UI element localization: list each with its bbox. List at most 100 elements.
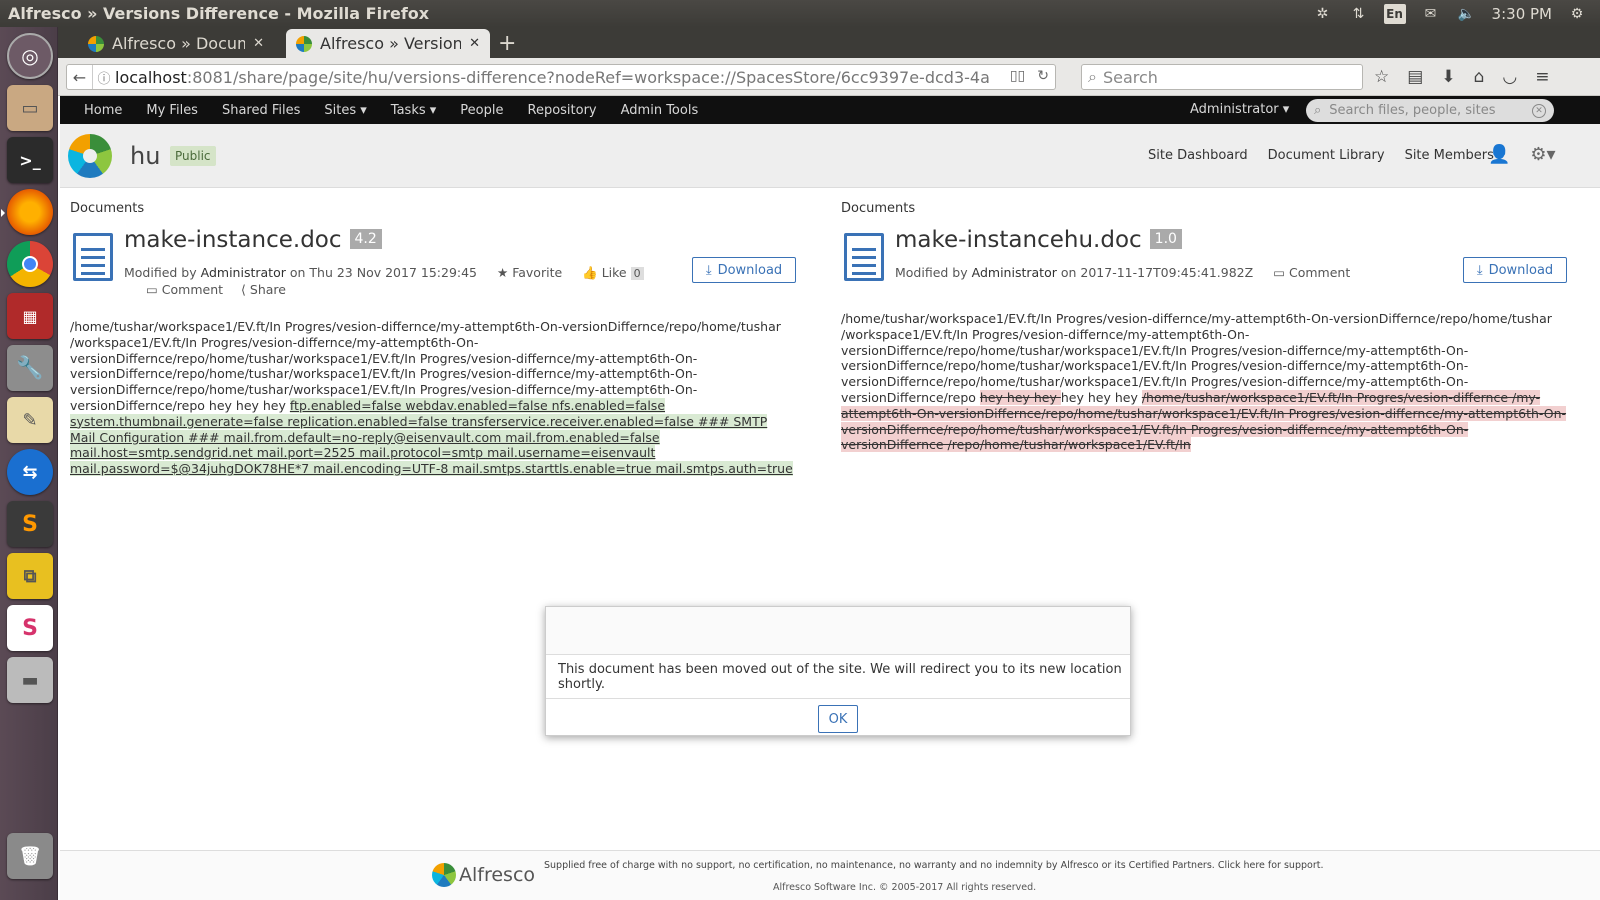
chrome-icon[interactable]: [7, 241, 53, 287]
trash-icon[interactable]: 🗑: [7, 833, 53, 879]
comment-action[interactable]: ▭ Comment: [1273, 265, 1350, 280]
settings-cog-icon[interactable]: ✲: [1312, 4, 1334, 24]
dialog-message: This document has been moved out of the …: [546, 655, 1130, 699]
slack-icon[interactable]: S: [7, 605, 53, 651]
pocket-icon[interactable]: ◡: [1502, 67, 1517, 87]
menu-my-files[interactable]: My Files: [134, 103, 210, 118]
tab-versions-difference[interactable]: Alfresco » Versions ✕: [286, 29, 490, 58]
right-document-panel: Documents make-instancehu.doc 1.0 Modifie…: [841, 201, 1571, 453]
dialog-title-bar: [546, 607, 1130, 655]
app-menu: Home My Files Shared Files Sites ▾ Tasks…: [60, 96, 710, 124]
menu-repository[interactable]: Repository: [516, 103, 609, 118]
invite-user-icon[interactable]: 👤: [1488, 144, 1510, 165]
window-title: Alfresco » Versions Difference - Mozilla…: [8, 4, 430, 23]
site-title[interactable]: hu: [130, 142, 160, 170]
ubuntu-dash-icon[interactable]: ◎: [7, 33, 53, 79]
app-search-input[interactable]: ⌕ Search files, people, sites ✕: [1306, 99, 1554, 122]
reload-icon[interactable]: ↻: [1037, 68, 1049, 84]
footer-disclaimer[interactable]: Supplied free of charge with no support,…: [544, 860, 1323, 871]
browser-nav-bar: ← ⓘ localhost :8081/share/page/site/hu/v…: [58, 58, 1600, 96]
system-settings-icon[interactable]: 🔧: [7, 345, 53, 391]
site-navigation: Site Dashboard Document Library Site Mem…: [1148, 148, 1494, 163]
menu-shared-files[interactable]: Shared Files: [210, 103, 312, 118]
share-action[interactable]: ⟨ Share: [241, 282, 286, 297]
reader-view-icon[interactable]: ▯▯: [1010, 68, 1025, 84]
site-info-icon[interactable]: ⓘ: [93, 68, 115, 87]
new-tab-button[interactable]: +: [498, 31, 516, 56]
download-icon: ⤓: [705, 262, 712, 278]
left-document-panel: Documents make-instance.doc 4.2 Modified …: [70, 201, 800, 477]
modifier-link[interactable]: Administrator: [201, 265, 286, 280]
download-arrow-icon[interactable]: ⬇: [1441, 67, 1455, 87]
teamviewer-icon[interactable]: ⇆: [7, 449, 53, 495]
system-tray: ✲ ⇅ En ✉ 🔈 3:30 PM ⚙: [1312, 3, 1600, 24]
nav-document-library[interactable]: Document Library: [1268, 148, 1385, 163]
network-icon[interactable]: ⇅: [1348, 4, 1370, 24]
bookmarks-list-icon[interactable]: ▤: [1407, 67, 1423, 87]
menu-home[interactable]: Home: [72, 103, 134, 118]
menu-people[interactable]: People: [448, 103, 515, 118]
hamburger-menu-icon[interactable]: ≡: [1535, 67, 1549, 87]
dialog-footer: OK: [546, 699, 1130, 733]
disk-icon[interactable]: ▬: [7, 657, 53, 703]
share-icon: ⟨: [241, 282, 246, 297]
mysql-workbench-icon[interactable]: ▦: [7, 293, 53, 339]
document-icon: [844, 233, 884, 281]
download-button[interactable]: ⤓ Download: [692, 257, 796, 283]
nav-site-dashboard[interactable]: Site Dashboard: [1148, 148, 1248, 163]
url-path: :8081/share/page/site/hu/versions-differ…: [186, 67, 990, 87]
tab-close-icon[interactable]: ✕: [253, 36, 264, 51]
tab-documents[interactable]: Alfresco » Documen ✕: [78, 29, 274, 58]
sublime-text-icon[interactable]: S: [7, 501, 53, 547]
comment-icon: ▭: [1273, 265, 1285, 280]
document-icon: [73, 233, 113, 281]
menu-admin-tools[interactable]: Admin Tools: [609, 103, 711, 118]
alfresco-favicon-icon: [296, 35, 312, 52]
footer-logo[interactable]: Alfresco: [432, 863, 535, 887]
volume-icon[interactable]: 🔈: [1456, 4, 1478, 24]
mail-icon[interactable]: ✉: [1420, 4, 1442, 24]
document-meta: Modified by Administrator on Thu 23 Nov …: [124, 265, 644, 281]
favorite-action[interactable]: ★ Favorite: [497, 265, 562, 280]
back-arrow-icon[interactable]: ←: [67, 65, 93, 89]
terminal-icon[interactable]: >_: [7, 137, 53, 183]
files-icon[interactable]: ▭: [7, 85, 53, 131]
keyboard-layout-indicator[interactable]: En: [1383, 3, 1406, 24]
site-header: hu Public Site Dashboard Document Librar…: [60, 124, 1600, 188]
url-host: localhost: [115, 67, 187, 87]
clear-search-icon[interactable]: ✕: [1532, 103, 1546, 118]
firefox-icon[interactable]: [1, 189, 53, 235]
alfresco-logo-icon[interactable]: [68, 134, 112, 178]
vmware-icon[interactable]: ⧉: [7, 553, 53, 599]
menu-sites[interactable]: Sites ▾: [312, 103, 378, 118]
redirect-dialog: This document has been moved out of the …: [545, 606, 1131, 736]
unity-launcher: ◎ ▭ >_ ▦ 🔧 ✎ ⇆ S ⧉ S ▬ 🗑: [0, 27, 58, 900]
power-gear-icon[interactable]: ⚙: [1566, 4, 1588, 24]
download-icon: ⤓: [1476, 262, 1483, 278]
diff-content: /home/tushar/workspace1/EV.ft/In Progres…: [70, 319, 793, 477]
site-visibility-badge: Public: [170, 146, 216, 166]
user-menu[interactable]: Administrator ▾: [1190, 102, 1289, 117]
home-icon[interactable]: ⌂: [1474, 67, 1485, 87]
like-action[interactable]: 👍 Like 0: [582, 265, 644, 280]
search-placeholder: Search: [1102, 67, 1158, 87]
bookmark-star-icon[interactable]: ☆: [1374, 67, 1389, 87]
menu-tasks[interactable]: Tasks ▾: [379, 103, 449, 118]
alfresco-favicon-icon: [88, 35, 104, 52]
document-meta: Modified by Administrator on 2017-11-17T…: [895, 265, 1351, 280]
comment-action[interactable]: ▭ Comment: [146, 282, 223, 297]
like-count: 0: [630, 267, 644, 280]
ok-button[interactable]: OK: [818, 705, 858, 733]
site-config-gear-icon[interactable]: ⚙▾: [1530, 144, 1555, 165]
text-editor-icon[interactable]: ✎: [7, 397, 53, 443]
nav-site-members[interactable]: Site Members: [1405, 148, 1494, 163]
tab-label: Alfresco » Versions: [320, 34, 462, 53]
modifier-link[interactable]: Administrator: [972, 265, 1057, 280]
comment-icon: ▭: [146, 282, 158, 297]
browser-search-input[interactable]: ⌕ Search: [1081, 64, 1363, 90]
url-bar[interactable]: ← ⓘ localhost :8081/share/page/site/hu/v…: [66, 64, 1056, 90]
version-badge: 4.2: [349, 229, 382, 249]
download-button[interactable]: ⤓ Download: [1463, 257, 1567, 283]
tab-close-icon[interactable]: ✕: [469, 36, 480, 51]
clock[interactable]: 3:30 PM: [1492, 5, 1552, 23]
